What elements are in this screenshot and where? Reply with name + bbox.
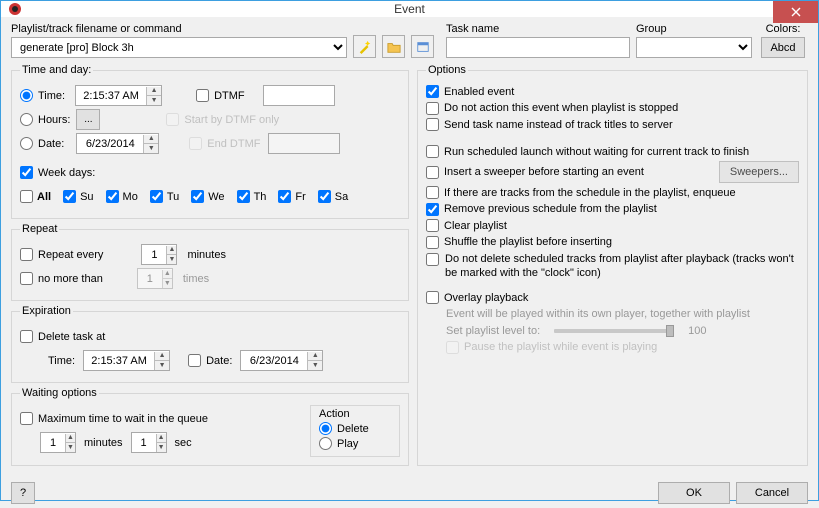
footer: ? OK Cancel [1,478,818,508]
level-slider [554,329,674,333]
exp-time-spinner[interactable]: ▲▼ [83,350,170,371]
day-mo[interactable]: Mo [106,190,138,203]
end-dtmf-input [268,133,340,154]
wait-min-unit: minutes [84,437,123,449]
hours-picker-button[interactable]: ... [76,109,100,130]
taskname-input[interactable] [446,37,630,58]
day-su[interactable]: Su [63,190,93,203]
options-legend: Options [426,64,468,76]
options-group: Options Enabled event Do not action this… [417,64,808,466]
exp-date-checkbox[interactable]: Date: [188,354,232,367]
close-button[interactable] [773,1,818,23]
exp-time-label: Time: [48,355,75,367]
nomore-unit: times [183,273,209,285]
repeat-group: Repeat Repeat every ▲▼ minutes no more t… [11,223,409,301]
noaction-checkbox[interactable]: Do not action this event when playlist i… [426,101,678,115]
sweepers-button[interactable]: Sweepers... [719,161,799,183]
content: Playlist/track filename or command gener… [1,17,818,478]
wait-sec-unit: sec [175,437,192,449]
shuffle-checkbox[interactable]: Shuffle the playlist before inserting [426,235,612,249]
date-spinner[interactable]: ▲▼ [76,133,159,154]
enqueue-checkbox[interactable]: If there are tracks from the schedule in… [426,186,736,200]
repeat-every-unit: minutes [187,249,226,261]
date-radio[interactable]: Date: [20,137,64,150]
nomore-checkbox[interactable]: no more than [20,272,103,285]
group-select[interactable] [636,37,752,58]
folder-button[interactable] [382,35,405,58]
time-radio[interactable]: Time: [20,89,65,102]
nodelete-checkbox[interactable] [426,253,439,266]
day-we[interactable]: We [191,190,224,203]
enabled-checkbox[interactable]: Enabled event [426,85,514,99]
app-icon [7,1,23,17]
runsched-checkbox[interactable]: Run scheduled launch without waiting for… [426,145,749,159]
pause-checkbox: Pause the playlist while event is playin… [446,340,657,354]
expiration-group: Expiration Delete task at Time: ▲▼ Date:… [11,305,409,383]
wait-min-spinner[interactable]: ▲▼ [40,432,76,453]
time-day-group: Time and day: Time: ▲▼ DTMF Hours: ... S… [11,64,409,219]
group-label: Group [636,23,752,35]
time-day-legend: Time and day: [20,64,93,76]
repeat-legend: Repeat [20,223,59,235]
end-dtmf-checkbox: End DTMF [189,137,260,150]
all-days-checkbox[interactable]: All [20,190,51,203]
sendtask-checkbox[interactable]: Send task name instead of track titles t… [426,118,673,132]
day-th[interactable]: Th [237,190,267,203]
taskname-label: Task name [446,23,630,35]
exp-date-spinner[interactable]: ▲▼ [240,350,323,371]
overlay-checkbox[interactable]: Overlay playback [426,291,528,305]
action-play-radio[interactable]: Play [319,437,391,450]
level-value: 100 [688,324,706,338]
day-fr[interactable]: Fr [278,190,305,203]
removeprev-checkbox[interactable]: Remove previous schedule from the playli… [426,202,657,216]
colors-label: Colors: [766,23,801,35]
waiting-group: Waiting options Maximum time to wait in … [11,387,409,466]
expiration-legend: Expiration [20,305,73,317]
wizard-button[interactable] [353,35,376,58]
action-delete-radio[interactable]: Delete [319,422,391,435]
titlebar: Event [1,1,818,17]
start-dtmf-checkbox: Start by DTMF only [166,113,279,126]
delete-task-checkbox[interactable]: Delete task at [20,330,105,343]
clear-checkbox[interactable]: Clear playlist [426,219,507,233]
wait-sec-spinner[interactable]: ▲▼ [131,432,167,453]
dtmf-checkbox[interactable]: DTMF [196,89,245,102]
weekdays-checkbox[interactable]: Week days: [20,166,95,179]
action-label: Action [319,408,391,420]
overlay-hint: Event will be played within its own play… [446,307,750,321]
panel-button[interactable] [411,35,434,58]
colors-button[interactable]: Abcd [761,37,804,58]
filename-label: Playlist/track filename or command [11,23,347,35]
filename-select[interactable]: generate [pro] Block 3h [11,37,347,58]
dtmf-input[interactable] [263,85,335,106]
day-sa[interactable]: Sa [318,190,348,203]
setlevel-label: Set playlist level to: [446,324,540,338]
day-tu[interactable]: Tu [150,190,179,203]
top-row: Playlist/track filename or command gener… [11,23,808,58]
time-spinner[interactable]: ▲▼ [75,85,162,106]
repeat-every-checkbox[interactable]: Repeat every [20,248,103,261]
window-title: Event [394,2,425,16]
maxwait-checkbox[interactable]: Maximum time to wait in the queue [20,412,208,425]
repeat-every-spinner[interactable]: ▲▼ [141,244,177,265]
nomore-spinner: ▲▼ [137,268,173,289]
hours-radio[interactable]: Hours: [20,113,70,126]
event-window: Event Playlist/track filename or command… [0,0,819,501]
nodelete-label: Do not delete scheduled tracks from play… [445,252,799,280]
sweeper-checkbox[interactable]: Insert a sweeper before starting an even… [426,165,644,179]
waiting-legend: Waiting options [20,387,99,399]
action-box: Action Delete Play [310,405,400,457]
